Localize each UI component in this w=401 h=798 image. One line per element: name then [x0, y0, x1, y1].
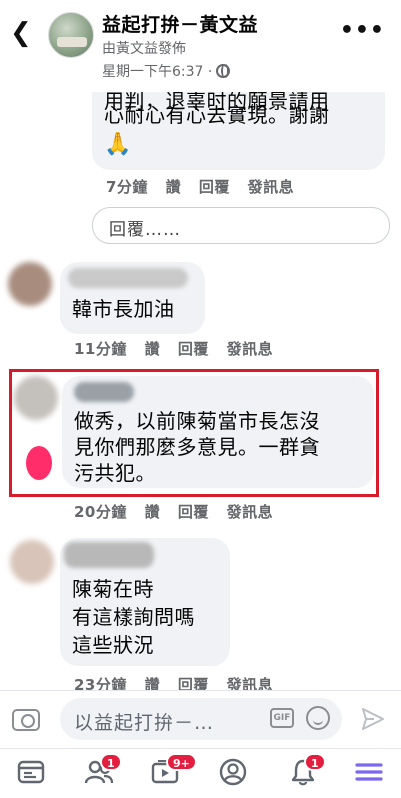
comment-actions: 7分鐘 讚 回覆 發訊息: [106, 176, 306, 197]
commenter-avatar[interactable]: [8, 262, 52, 306]
reply-input[interactable]: 回覆……: [92, 207, 390, 244]
message-link[interactable]: 發訊息: [227, 503, 274, 521]
comment-text: 韓市長加油: [72, 297, 175, 321]
gif-icon[interactable]: GIF: [270, 708, 294, 728]
post-header: ❮ 益起打拚－黃文益 由黃文益發佈 星期一下午6:37 · •••: [0, 0, 401, 92]
comment-line: 有這樣詢問嗎: [72, 605, 195, 629]
menu-icon[interactable]: [354, 757, 384, 787]
comment-line: 這些狀況: [72, 633, 154, 657]
post-timestamp: 星期一下午6:37 ·: [102, 61, 231, 81]
comment-time: 20分鐘: [74, 503, 127, 521]
comment-bubble: 陳菊在時 有這樣詢問嗎 這些狀況: [60, 538, 230, 666]
comment-text: 心耐心有心去實現。謝謝: [104, 103, 330, 127]
commenter-name-blurred[interactable]: [64, 542, 154, 568]
comment-line: 陳菊在時: [72, 577, 154, 601]
commenter-avatar[interactable]: [10, 540, 54, 584]
watch-badge: 9+: [166, 753, 197, 771]
message-link[interactable]: 發訊息: [227, 340, 274, 358]
like-link[interactable]: 讚: [166, 178, 182, 196]
comment-time: 11分鐘: [74, 340, 127, 358]
comment-bubble: 韓市長加油: [60, 262, 205, 334]
globe-icon: [216, 64, 231, 78]
comment-composer: 以益起打拚－… GIF: [0, 690, 401, 746]
reply-link[interactable]: 回覆: [178, 503, 209, 521]
like-link[interactable]: 讚: [145, 340, 161, 358]
page-avatar[interactable]: [48, 12, 94, 58]
pray-emoji-icon: 🙏: [104, 132, 132, 157]
page-title[interactable]: 益起打拚－黃文益: [102, 10, 258, 37]
commenter-name-blurred[interactable]: [68, 268, 188, 288]
post-byline: 由黃文益發佈: [102, 41, 186, 57]
comment-actions: 20分鐘 讚 回覆 發訊息: [74, 501, 285, 522]
highlight-frame: [9, 369, 379, 497]
comment-placeholder: 以益起打拚－…: [74, 712, 215, 734]
more-options-icon[interactable]: •••: [340, 18, 385, 43]
send-icon[interactable]: [360, 706, 386, 732]
like-link[interactable]: 讚: [145, 503, 161, 521]
profile-icon[interactable]: [218, 757, 248, 787]
emoji-icon[interactable]: [306, 706, 330, 730]
comment-input[interactable]: 以益起打拚－… GIF: [60, 698, 342, 740]
notifications-badge: 1: [304, 753, 326, 771]
reply-link[interactable]: 回覆: [178, 340, 209, 358]
message-link[interactable]: 發訊息: [248, 178, 295, 196]
comment-actions: 11分鐘 讚 回覆 發訊息: [74, 338, 285, 359]
comment-time: 7分鐘: [106, 178, 148, 196]
friends-badge: 1: [100, 753, 122, 771]
reply-link[interactable]: 回覆: [199, 178, 230, 196]
back-arrow-icon[interactable]: ❮: [10, 20, 34, 48]
reply-placeholder: 回覆……: [109, 220, 181, 240]
camera-icon[interactable]: [12, 709, 40, 731]
news-feed-icon[interactable]: [16, 757, 46, 787]
bottom-tab-bar: 1 9+ 1: [0, 748, 401, 798]
